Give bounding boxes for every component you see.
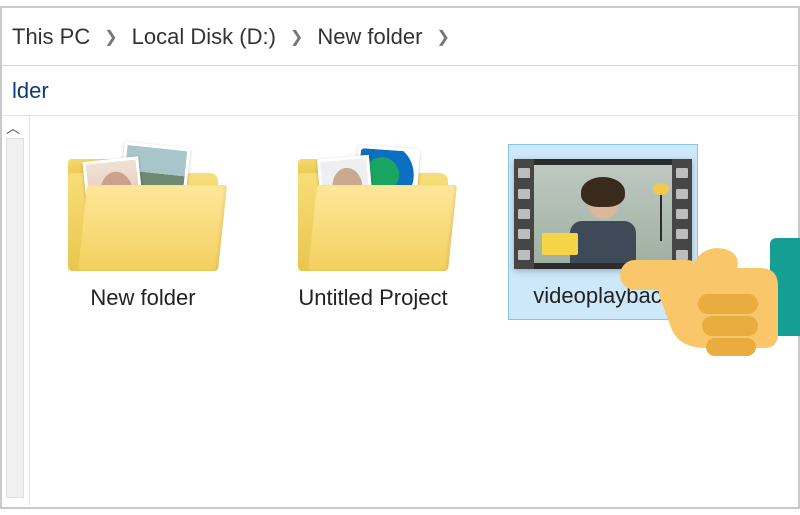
chevron-right-icon: ❯: [104, 27, 117, 47]
scroll-up-icon[interactable]: ︿: [6, 118, 20, 138]
nav-scrollbar[interactable]: ︿: [2, 116, 30, 505]
folder-item-untitled-project[interactable]: Untitled Project: [278, 144, 468, 322]
chevron-right-icon: ❯: [436, 27, 449, 47]
explorer-window: This PC ❯ Local Disk (D:) ❯ New folder ❯…: [0, 6, 800, 509]
folder-icon: [68, 153, 218, 271]
chevron-right-icon: ❯: [290, 27, 303, 47]
video-item-videoplayback[interactable]: videoplayback: [508, 144, 698, 320]
folder-icon: [298, 153, 448, 271]
film-sprocket-icon: [672, 159, 692, 269]
item-label: New folder: [90, 285, 195, 311]
file-pane[interactable]: ︿ New folder: [2, 116, 798, 505]
item-label: videoplayback: [533, 283, 672, 309]
folder-item-new-folder[interactable]: New folder: [48, 144, 238, 322]
breadcrumb[interactable]: This PC ❯ Local Disk (D:) ❯ New folder ❯: [2, 8, 798, 66]
video-thumbnail: [514, 159, 692, 269]
breadcrumb-item-this-pc[interactable]: This PC: [8, 22, 94, 52]
toolbar-command-fragment[interactable]: lder: [8, 76, 53, 106]
breadcrumb-item-new-folder[interactable]: New folder: [313, 22, 426, 52]
film-sprocket-icon: [514, 159, 534, 269]
items-grid: New folder Untitled Project: [30, 116, 798, 505]
scroll-track[interactable]: [6, 138, 24, 498]
toolbar: lder: [2, 66, 798, 116]
item-label: Untitled Project: [298, 285, 447, 311]
breadcrumb-item-local-disk-d[interactable]: Local Disk (D:): [128, 22, 280, 52]
